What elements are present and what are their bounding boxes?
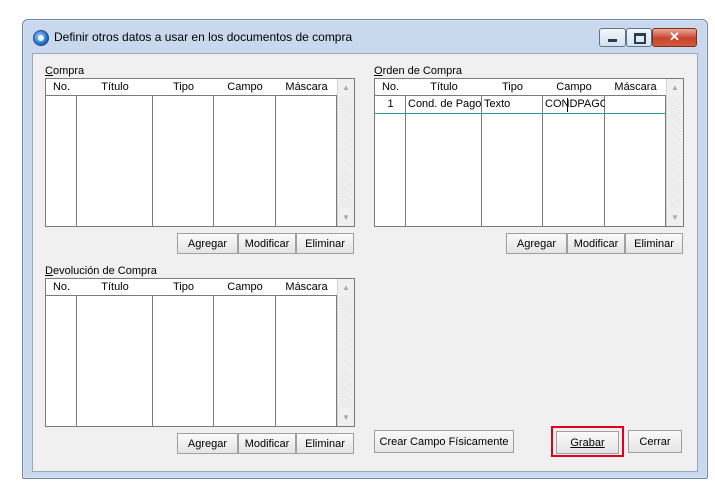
close-button[interactable]: ✕ (652, 28, 697, 47)
grabar-button[interactable]: Grabar (556, 431, 619, 454)
column-header-mascara[interactable]: Máscara (605, 79, 666, 95)
cell-titulo[interactable]: Cond. de Pago (408, 96, 482, 113)
orden-modificar-button[interactable]: Modificar (567, 233, 625, 254)
scroll-down-icon[interactable]: ▼ (667, 209, 683, 226)
compra-grid[interactable]: No. Título Tipo Campo Máscara ▲ ▼ (45, 78, 355, 227)
column-header-tipo[interactable]: Tipo (482, 79, 543, 95)
maximize-icon (634, 33, 646, 44)
compra-label: Compra (45, 65, 85, 77)
compra-grid-header: No. Título Tipo Campo Máscara (46, 79, 337, 96)
column-header-campo[interactable]: Campo (214, 279, 276, 295)
cell-campo-editing[interactable]: CONDPAGO (545, 96, 605, 113)
orden-grid[interactable]: No. Título Tipo Campo Máscara 1 Cond. de… (374, 78, 684, 227)
close-icon: ✕ (669, 29, 680, 44)
column-header-campo[interactable]: Campo (214, 79, 276, 95)
scroll-up-icon[interactable]: ▲ (338, 79, 354, 96)
scroll-up-icon[interactable]: ▲ (667, 79, 683, 96)
maximize-button[interactable] (626, 28, 652, 47)
cell-tipo[interactable]: Texto (484, 96, 543, 113)
column-header-campo[interactable]: Campo (543, 79, 605, 95)
app-icon (33, 30, 49, 46)
text-cursor (567, 98, 568, 112)
window-title: Definir otros datos a usar en los docume… (54, 30, 353, 44)
devolucion-eliminar-button[interactable]: Eliminar (296, 433, 354, 454)
orden-grid-scrollbar[interactable]: ▲ ▼ (666, 79, 683, 226)
column-header-titulo[interactable]: Título (77, 79, 153, 95)
table-row[interactable]: 1 Cond. de Pago Texto CONDPAGO (375, 96, 666, 114)
devolucion-label: Devolución de Compra (45, 265, 157, 277)
dialog-body: Compra No. Título Tipo Campo Máscara ▲ ▼… (32, 53, 698, 472)
scroll-down-icon[interactable]: ▼ (338, 409, 354, 426)
devolucion-grid[interactable]: No. Título Tipo Campo Máscara ▲ ▼ (45, 278, 355, 427)
column-header-mascara[interactable]: Máscara (276, 79, 337, 95)
title-bar[interactable]: Definir otros datos a usar en los docume… (23, 20, 707, 53)
cerrar-button[interactable]: Cerrar (628, 430, 682, 453)
compra-modificar-button[interactable]: Modificar (238, 233, 296, 254)
column-header-no[interactable]: No. (46, 279, 77, 295)
orden-grid-header: No. Título Tipo Campo Máscara (375, 79, 666, 96)
devolucion-grid-header: No. Título Tipo Campo Máscara (46, 279, 337, 296)
orden-agregar-button[interactable]: Agregar (506, 233, 567, 254)
devolucion-grid-scrollbar[interactable]: ▲ ▼ (337, 279, 354, 426)
column-header-mascara[interactable]: Máscara (276, 279, 337, 295)
column-header-tipo[interactable]: Tipo (153, 79, 214, 95)
scroll-down-icon[interactable]: ▼ (338, 209, 354, 226)
devolucion-agregar-button[interactable]: Agregar (177, 433, 238, 454)
column-header-no[interactable]: No. (46, 79, 77, 95)
cell-mascara[interactable] (607, 96, 666, 113)
compra-grid-scrollbar[interactable]: ▲ ▼ (337, 79, 354, 226)
compra-eliminar-button[interactable]: Eliminar (296, 233, 354, 254)
orden-label: Orden de Compra (374, 65, 463, 77)
column-header-titulo[interactable]: Título (77, 279, 153, 295)
column-header-titulo[interactable]: Título (406, 79, 482, 95)
minimize-icon (608, 39, 617, 42)
scroll-up-icon[interactable]: ▲ (338, 279, 354, 296)
orden-eliminar-button[interactable]: Eliminar (625, 233, 683, 254)
crear-campo-button[interactable]: Crear Campo Físicamente (374, 430, 514, 453)
compra-agregar-button[interactable]: Agregar (177, 233, 238, 254)
devolucion-modificar-button[interactable]: Modificar (238, 433, 296, 454)
column-header-tipo[interactable]: Tipo (153, 279, 214, 295)
column-header-no[interactable]: No. (375, 79, 406, 95)
minimize-button[interactable] (599, 28, 626, 47)
dialog-window: Definir otros datos a usar en los docume… (22, 19, 708, 479)
cell-no[interactable]: 1 (375, 96, 406, 113)
